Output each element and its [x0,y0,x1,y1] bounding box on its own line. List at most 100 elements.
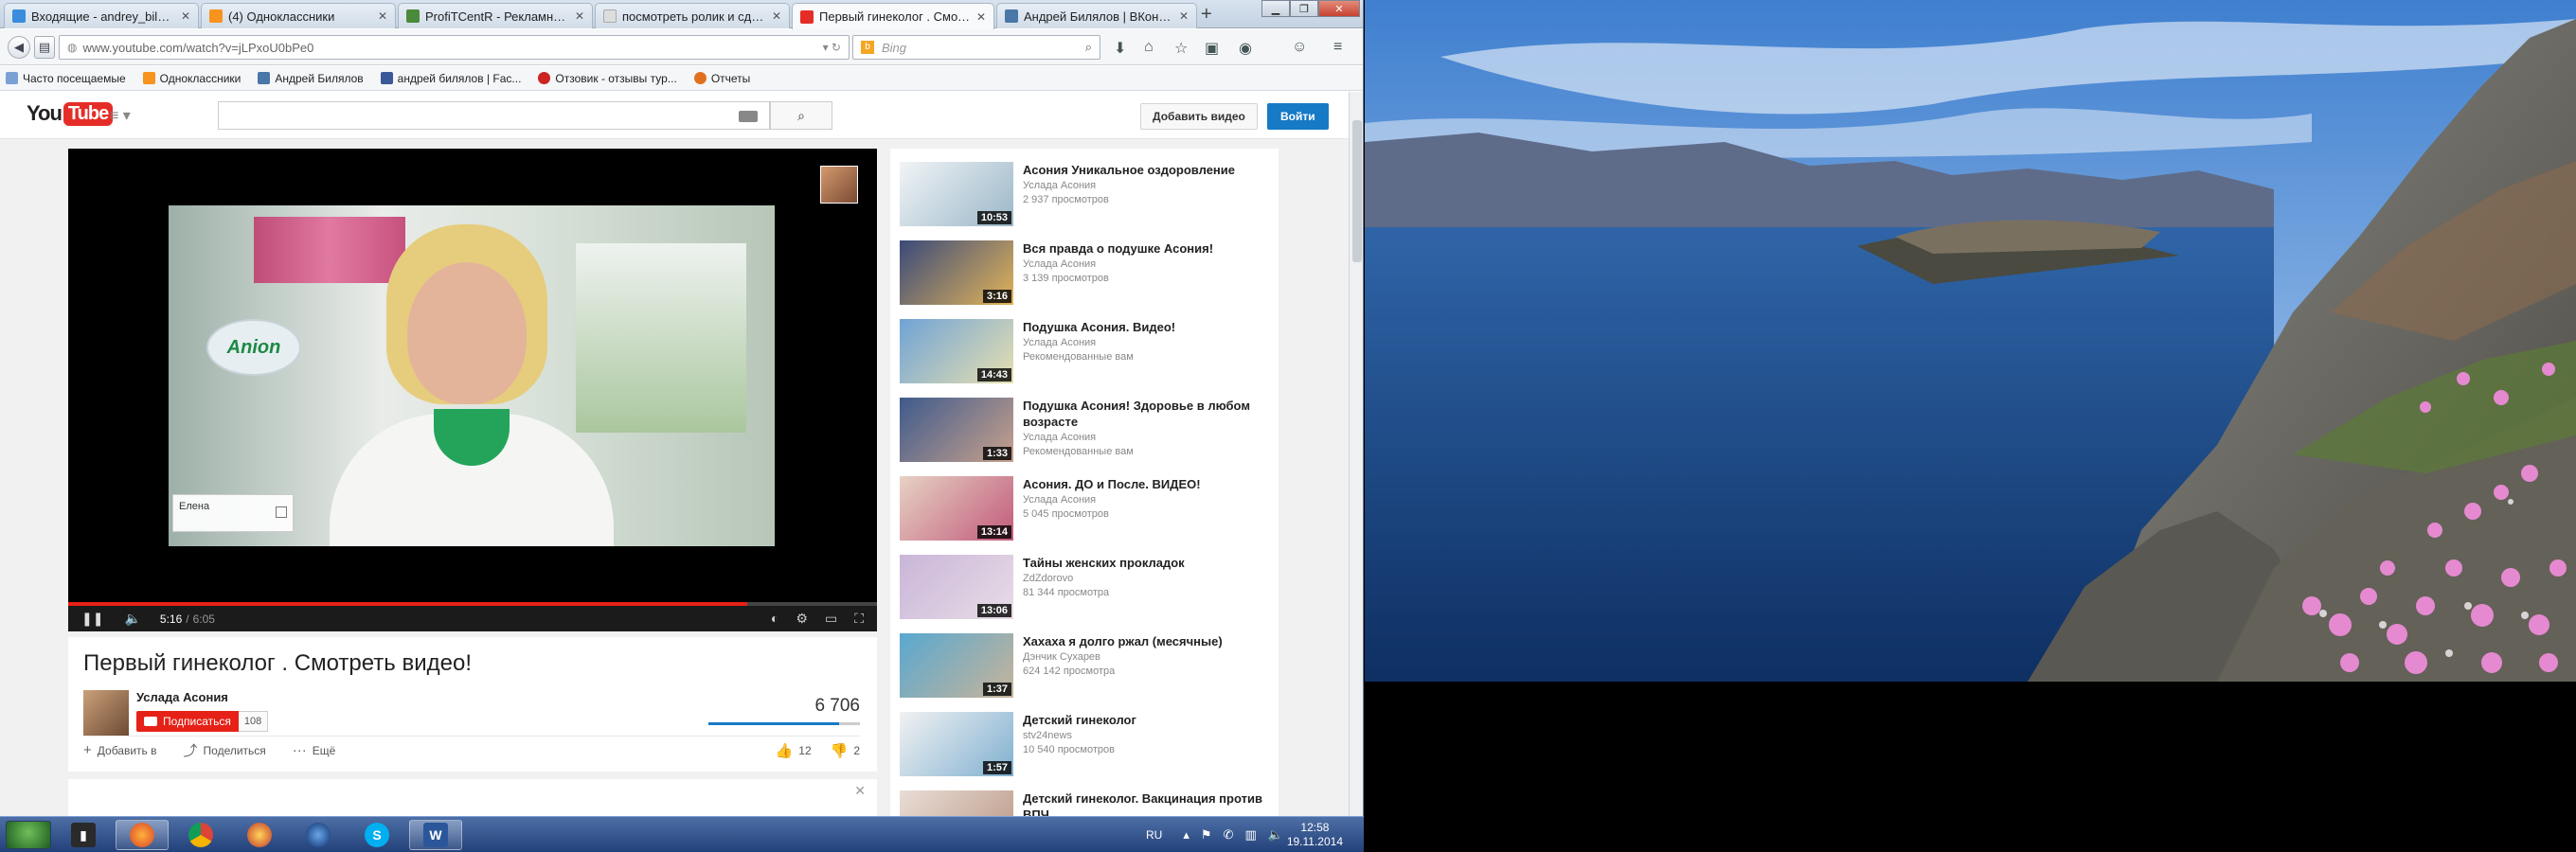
add-video-button[interactable]: Добавить видео [1140,103,1258,130]
scrollbar-thumb[interactable] [1352,120,1362,262]
window-close-button[interactable]: ✕ [1318,0,1360,17]
bookmark-star-icon[interactable]: ☆ [1174,39,1188,58]
sign-in-button[interactable]: Войти [1267,103,1329,130]
close-icon[interactable]: ✕ [772,9,781,23]
youtube-search-button[interactable]: ⌕ [770,101,832,130]
settings-gear-icon[interactable]: ⚙ [796,611,808,627]
related-video-thumbnail[interactable]: 13:14 [900,476,1013,541]
tab-profitcentr[interactable]: ProfiTCentR - Рекламное ... ✕ [398,3,593,28]
address-bar[interactable]: ◍ www.youtube.com/watch?v=jLPxoU0bPe0 ▾ … [59,35,850,60]
taskbar-app-eye[interactable] [233,820,286,850]
taskbar-app-skype[interactable]: S [350,820,403,850]
minimize-button[interactable]: ▁ [1261,0,1290,17]
channel-name[interactable]: Услада Асония [136,690,228,704]
pause-icon[interactable]: ❚❚ [81,611,103,627]
related-video-title[interactable]: Вся правда о подушке Асония! [1023,240,1269,257]
subscribe-button[interactable]: Подписаться [136,711,239,732]
skype-tray-icon[interactable]: ✆ [1224,827,1234,843]
related-video-title[interactable]: Асония. ДО и После. ВИДЕО! [1023,476,1269,492]
taskbar-app-firefox[interactable] [116,820,169,850]
close-icon[interactable]: ✕ [1179,9,1189,23]
new-tab-button[interactable]: + [1201,4,1212,26]
theater-mode-icon[interactable]: ▭ [825,611,837,627]
video-player[interactable]: Anion Елена ❚❚ 🔈 5:16 / 6:05 ◐ ⚙ ▭ ⛶ [68,149,877,631]
tab-vkontakte[interactable]: Андрей Билялов | ВКонта... ✕ [996,3,1197,28]
related-video-title[interactable]: Хахаха я долго ржал (месячные) [1023,633,1269,649]
share-button[interactable]: ⤴ Поделиться [184,740,266,760]
like-button[interactable]: 👍 12 [776,742,812,759]
bookmark-otzovik[interactable]: Отзовик - отзывы тур... [538,72,677,85]
bookmark-frequent[interactable]: Часто посещаемые [6,72,126,85]
fullscreen-icon[interactable]: ⛶ [854,611,864,627]
bookmark-reports[interactable]: Отчеты [693,72,750,85]
taskbar-app-media[interactable] [292,820,345,850]
related-video-item[interactable]: 1:33 Подушка Асония! Здоровье в любом воз… [890,394,1279,472]
network-icon[interactable]: ▥ [1244,827,1256,843]
youtube-search-input[interactable] [218,101,770,130]
reload-icon[interactable]: ▾ ↻ [823,41,841,54]
video-frame[interactable]: Anion Елена [169,205,775,546]
more-button[interactable]: ··· Ещё [293,742,336,758]
related-video-thumbnail[interactable]: 10:53 [900,162,1013,226]
related-video-title[interactable]: Подушка Асония! Здоровье в любом возраст… [1023,398,1269,430]
back-button[interactable]: ◀ [8,36,30,59]
history-button[interactable]: ▤ [34,36,55,59]
channel-watermark[interactable] [820,166,858,204]
add-to-button[interactable]: + Добавить в [83,742,157,758]
related-video-item[interactable]: 14:43 Подушка Асония. Видео! Услада Асония… [890,315,1279,394]
related-video-item[interactable]: 10:53 Асония Уникальное оздоровление Услад… [890,158,1279,237]
bookmark-facebook[interactable]: андрей билялов | Fac... [380,72,521,85]
related-video-item[interactable]: 1:37 Хахаха я долго ржал (месячные) Дэнчик… [890,630,1279,708]
related-video-item[interactable]: 13:14 Асония. ДО и После. ВИДЕО! Услада Ас… [890,472,1279,551]
download-icon[interactable]: ⬇ [1114,39,1126,58]
flag-icon[interactable]: ⚑ [1201,827,1212,843]
close-icon[interactable]: ✕ [976,10,986,24]
page-scrollbar[interactable] [1349,92,1363,816]
close-icon[interactable]: ✕ [854,783,866,799]
taskbar-app-chrome[interactable] [174,820,227,850]
tab-mail[interactable]: Входящие - andrey_bilyal... ✕ [4,3,199,28]
related-video-thumbnail[interactable]: 3:16 [900,240,1013,305]
close-icon[interactable]: ✕ [575,9,584,23]
related-video-thumbnail[interactable]: 1:33 [900,398,1013,462]
search-icon[interactable]: ⌕ [1085,40,1092,55]
channel-avatar[interactable] [83,690,129,736]
volume-icon[interactable]: 🔈 [124,611,140,627]
menu-icon[interactable]: ≡ [1333,39,1342,56]
sync-icon[interactable]: ☺ [1292,39,1307,56]
language-indicator[interactable]: RU [1146,828,1162,842]
guide-menu-icon[interactable]: ≡ ▾ [110,106,131,125]
related-video-thumbnail[interactable] [900,790,1013,816]
close-icon[interactable]: ✕ [181,9,190,23]
related-video-title[interactable]: Тайны женских прокладок [1023,555,1269,571]
related-video-title[interactable]: Подушка Асония. Видео! [1023,319,1269,335]
tab-task[interactable]: посмотреть ролик и сдел... ✕ [595,3,790,28]
taskbar-app-word[interactable]: W [409,820,462,850]
external-link-icon[interactable] [276,506,287,518]
home-icon[interactable]: ⌂ [1144,39,1154,56]
annotations-icon[interactable]: ◐ [771,611,778,627]
related-video-thumbnail[interactable]: 13:06 [900,555,1013,619]
related-video-item[interactable]: 3:16 Вся правда о подушке Асония! Услада А… [890,237,1279,315]
tab-odnoklassniki[interactable]: (4) Одноклассники ✕ [201,3,396,28]
related-video-title[interactable]: Детский гинеколог. Вакцинация против ВПЧ [1023,790,1269,816]
close-icon[interactable]: ✕ [378,9,387,23]
bookmarks-list-icon[interactable]: ▣ [1205,39,1219,58]
bookmark-odnoklassniki[interactable]: Одноклассники [142,72,241,85]
clock[interactable]: 12:58 19.11.2014 [1287,821,1343,849]
keyboard-icon[interactable] [739,111,758,122]
related-video-item[interactable]: Детский гинеколог. Вакцинация против ВПЧ [890,787,1279,816]
start-button[interactable] [6,821,51,849]
related-video-thumbnail[interactable]: 1:57 [900,712,1013,776]
search-bar[interactable]: b Bing ⌕ [852,35,1100,60]
taskbar-app-explorer[interactable]: ▮ [57,820,110,850]
volume-tray-icon[interactable]: 🔈 [1268,827,1283,843]
show-hidden-icons-icon[interactable]: ▴ [1183,827,1190,843]
related-video-item[interactable]: 13:06 Тайны женских прокладок ZdZdorovo 81 … [890,551,1279,630]
related-video-title[interactable]: Детский гинеколог [1023,712,1269,728]
bookmark-vk[interactable]: Андрей Билялов [258,72,364,85]
addon-icon[interactable]: ◉ [1239,39,1252,58]
related-video-title[interactable]: Асония Уникальное оздоровление [1023,162,1269,178]
dislike-button[interactable]: 👎 2 [831,742,860,759]
related-video-thumbnail[interactable]: 14:43 [900,319,1013,383]
